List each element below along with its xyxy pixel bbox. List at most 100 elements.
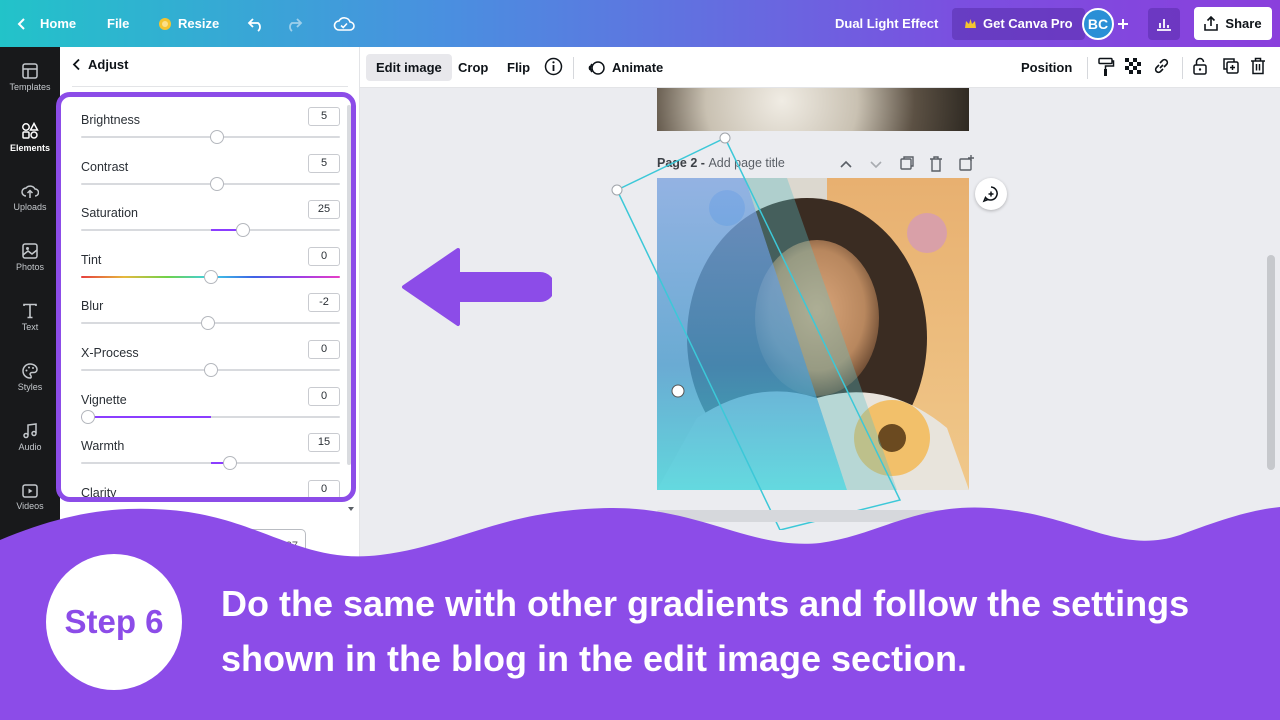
slider-label: Blur [81, 299, 104, 314]
rail-item-photos[interactable]: Photos [0, 227, 60, 287]
avatar[interactable]: BC [1082, 8, 1114, 40]
rail-item-templates[interactable]: Templates [0, 47, 60, 107]
resize-handle[interactable] [719, 132, 731, 144]
rotate-handle[interactable] [671, 384, 685, 398]
divider [72, 86, 348, 87]
duplicate-button[interactable] [1222, 57, 1240, 78]
home-button[interactable]: Home [16, 0, 76, 47]
transparency-button[interactable] [1124, 57, 1142, 78]
slider-thumb[interactable] [209, 176, 224, 191]
flip-button[interactable]: Flip [497, 54, 540, 81]
rail-label: Audio [18, 441, 42, 452]
file-label: File [107, 16, 130, 31]
file-menu[interactable]: File [107, 0, 129, 47]
slider-thumb[interactable] [81, 409, 95, 424]
design-title[interactable]: Dual Light Effect [835, 0, 938, 47]
slider-thumb[interactable] [203, 363, 218, 377]
slider-fill [81, 415, 211, 418]
position-button[interactable]: Position [1011, 54, 1082, 81]
undo-button[interactable] [247, 0, 265, 47]
share-label: Share [1225, 16, 1262, 31]
info-button[interactable] [544, 57, 563, 79]
cloud-save-status[interactable] [333, 0, 355, 47]
rail-label: Photos [15, 261, 45, 272]
rail-item-text[interactable]: Text [0, 287, 60, 347]
link-button[interactable] [1152, 57, 1171, 78]
slider-warmth: Warmth 15 [81, 433, 344, 479]
copy-style-button[interactable] [1097, 57, 1115, 80]
slider-label: Brightness [81, 113, 141, 127]
resize-button[interactable]: Resize [158, 0, 219, 47]
slider-blur: Blur -2 [81, 293, 344, 339]
slider-thumb[interactable] [209, 130, 224, 144]
edit-image-label: Edit image [376, 60, 442, 75]
get-canva-pro-button[interactable]: Get Canva Pro [952, 7, 1085, 40]
lock-button[interactable] [1192, 57, 1208, 78]
divider [1182, 57, 1183, 79]
get-canva-pro-label: Get Canva Pro [983, 16, 1073, 31]
share-icon [1204, 16, 1219, 31]
slider-thumb[interactable] [203, 269, 218, 284]
info-icon [544, 57, 563, 76]
insights-button[interactable] [1148, 7, 1180, 40]
slider-value-input[interactable]: 5 [308, 107, 340, 126]
rail-item-styles[interactable]: Styles [0, 347, 60, 407]
step-label: Step 6 [64, 603, 164, 640]
adjust-title: Adjust [88, 57, 129, 72]
slider-thumb[interactable] [200, 316, 215, 331]
panel-scrollbar[interactable] [347, 105, 351, 465]
divider [573, 57, 574, 79]
step-caption: Do the same with other gradients and fol… [221, 583, 1190, 679]
slider-value-input[interactable]: 0 [308, 479, 340, 497]
edit-image-button[interactable]: Edit image [366, 54, 452, 81]
resize-label: Resize [178, 16, 220, 31]
slider-thumb[interactable] [222, 456, 237, 471]
slider-label: Contrast [81, 159, 129, 174]
slider-value-input[interactable]: 5 [308, 153, 340, 173]
adjust-back-button[interactable]: Adjust [72, 57, 128, 72]
crown-icon [159, 17, 171, 30]
add-member-button[interactable] [1117, 0, 1129, 47]
slider-label: Warmth [81, 439, 125, 454]
slider-value-input[interactable]: 0 [308, 340, 340, 359]
rail-item-uploads[interactable]: Uploads [0, 167, 60, 227]
slider-tint: Tint 0 [81, 246, 344, 293]
arrow-left-icon [402, 248, 552, 326]
slider-value-input[interactable]: 0 [308, 246, 340, 266]
crop-label: Crop [458, 60, 489, 75]
slider-label: X-Process [81, 346, 139, 360]
top-bar: Home File Resize Dual Light Effect Get C… [0, 0, 1280, 47]
delete-page-icon[interactable] [921, 154, 951, 174]
slider-value-input[interactable]: 0 [308, 386, 340, 406]
divider [1087, 57, 1088, 79]
delete-button[interactable] [1250, 57, 1266, 78]
videos-icon [22, 483, 38, 498]
comment-icon [982, 186, 998, 203]
templates-icon [22, 62, 38, 79]
rail-item-elements[interactable]: Elements [0, 107, 60, 167]
crop-button[interactable]: Crop [448, 54, 498, 81]
link-icon [1154, 58, 1169, 74]
trash-icon [1251, 57, 1265, 75]
redo-button[interactable] [285, 0, 303, 47]
page-1-image[interactable] [657, 88, 969, 131]
animate-button[interactable]: Animate [578, 54, 673, 81]
rail-item-audio[interactable]: Audio [0, 407, 60, 467]
canvas-scrollbar[interactable] [1267, 255, 1275, 470]
avatar-initials: BC [1087, 16, 1109, 32]
share-button[interactable]: Share [1194, 7, 1272, 40]
add-page-icon[interactable] [951, 154, 981, 174]
gradient-selection-box[interactable] [610, 130, 910, 530]
slider-thumb[interactable] [235, 223, 250, 238]
design-title-label: Dual Light Effect [835, 16, 939, 31]
add-comment-button[interactable] [975, 178, 1007, 210]
slider-label: Saturation [81, 206, 138, 221]
slider-value-input[interactable]: 25 [308, 200, 340, 220]
audio-icon [23, 422, 37, 438]
elements-icon [22, 121, 39, 139]
slider-value-input[interactable]: 15 [308, 433, 340, 453]
resize-handle[interactable] [611, 184, 623, 196]
slider-vignette: Vignette 0 [81, 386, 344, 433]
slider-value-input[interactable]: -2 [308, 293, 340, 313]
step-badge: Step 6 [46, 554, 182, 690]
